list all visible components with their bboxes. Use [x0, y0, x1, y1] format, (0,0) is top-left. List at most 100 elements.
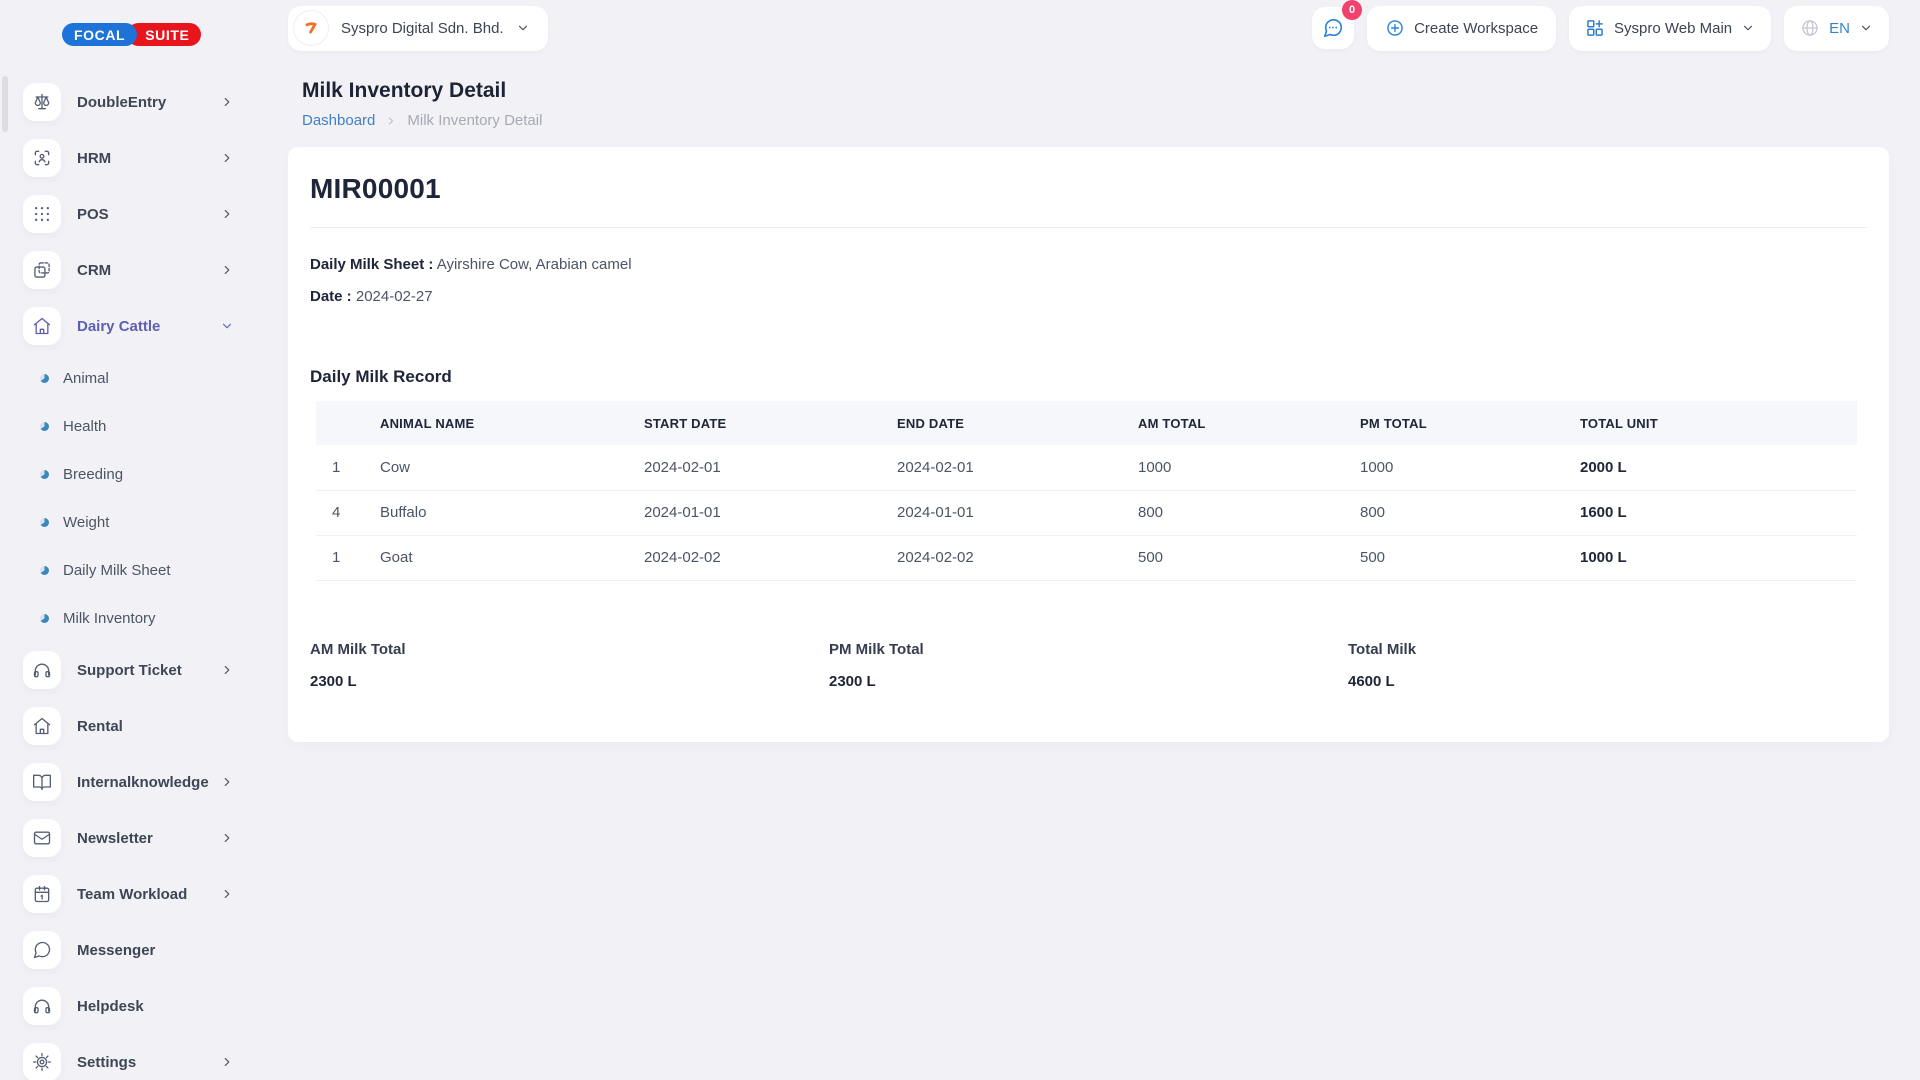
sidebar-item-helpdesk[interactable]: Helpdesk	[0, 978, 280, 1034]
page-title: Milk Inventory Detail	[302, 79, 1889, 103]
sidebar: FOCAL SUITE DoubleEntry HRM	[0, 0, 280, 1080]
sidebar-subitem-milk-inventory[interactable]: Milk Inventory	[0, 594, 280, 642]
dot-icon	[40, 470, 49, 479]
sidebar-subitem-label: Health	[63, 418, 106, 435]
chevron-right-icon	[220, 887, 234, 901]
table-row: 1 Cow 2024-02-01 2024-02-01 1000 1000 20…	[316, 445, 1857, 490]
col-pm-total: PM TOTAL	[1344, 401, 1564, 445]
chevron-down-icon	[1859, 21, 1873, 35]
logo-suite: SUITE	[127, 23, 201, 46]
language-selector[interactable]: EN	[1784, 6, 1889, 51]
cell-start-date: 2024-02-01	[628, 445, 881, 490]
messages-button[interactable]: 0	[1312, 7, 1354, 49]
sidebar-item-support-ticket[interactable]: Support Ticket	[0, 642, 280, 698]
sidebar-item-label: DoubleEntry	[77, 94, 220, 111]
cell-am-total: 1000	[1122, 445, 1344, 490]
chevron-down-icon	[220, 319, 234, 333]
cell-am-total: 800	[1122, 490, 1344, 535]
total-milk: Total Milk 4600 L	[1348, 641, 1867, 690]
sidebar-item-messenger[interactable]: Messenger	[0, 922, 280, 978]
sidebar-item-crm[interactable]: CRM	[0, 242, 280, 298]
workspace-selector[interactable]: Syspro Web Main	[1569, 6, 1771, 51]
app-root: FOCAL SUITE DoubleEntry HRM	[0, 0, 1920, 1080]
chevron-right-icon	[220, 263, 234, 277]
total-milk-value: 4600 L	[1348, 673, 1867, 690]
milk-inventory-card: MIR00001 Daily Milk Sheet : Ayirshire Co…	[288, 147, 1889, 742]
sidebar-item-rental[interactable]: Rental	[0, 698, 280, 754]
table-row: 4 Buffalo 2024-01-01 2024-01-01 800 800 …	[316, 490, 1857, 535]
sidebar-item-internalknowledge[interactable]: Internalknowledge	[0, 754, 280, 810]
cell-pm-total: 1000	[1344, 445, 1564, 490]
sidebar-item-hrm[interactable]: HRM	[0, 130, 280, 186]
chevron-right-icon	[220, 663, 234, 677]
chevron-right-icon	[220, 95, 234, 109]
sidebar-item-team-workload[interactable]: Team Workload	[0, 866, 280, 922]
sidebar-item-label: Messenger	[77, 942, 234, 959]
sidebar-subitem-label: Milk Inventory	[63, 610, 156, 627]
sidebar-subitem-breeding[interactable]: Breeding	[0, 450, 280, 498]
pm-milk-total: PM Milk Total 2300 L	[829, 641, 1348, 690]
daily-milk-sheet-row: Daily Milk Sheet : Ayirshire Cow, Arabia…	[310, 256, 1867, 273]
create-workspace-button[interactable]: Create Workspace	[1367, 6, 1556, 51]
sidebar-item-doubleentry[interactable]: DoubleEntry	[0, 74, 280, 130]
cell-count: 4	[316, 490, 364, 535]
date-label: Date :	[310, 288, 352, 305]
messages-count-badge: 0	[1342, 0, 1362, 20]
cell-animal-name: Goat	[364, 535, 628, 580]
company-selector[interactable]: Syspro Digital Sdn. Bhd.	[288, 6, 548, 51]
sidebar-subitem-weight[interactable]: Weight	[0, 498, 280, 546]
col-start-date: START DATE	[628, 401, 881, 445]
am-milk-total: AM Milk Total 2300 L	[310, 641, 829, 690]
cell-end-date: 2024-02-02	[881, 535, 1122, 580]
breadcrumb-dashboard-link[interactable]: Dashboard	[302, 112, 375, 129]
sidebar-item-label: Settings	[77, 1054, 220, 1071]
sidebar-subitem-label: Breeding	[63, 466, 123, 483]
col-animal-name: ANIMAL NAME	[364, 401, 628, 445]
sidebar-item-settings[interactable]: Settings	[0, 1034, 280, 1080]
sidebar-item-pos[interactable]: POS	[0, 186, 280, 242]
chat-bubble-icon	[23, 931, 61, 969]
cell-start-date: 2024-02-02	[628, 535, 881, 580]
breadcrumb: Dashboard Milk Inventory Detail	[302, 112, 1889, 129]
col-am-total: AM TOTAL	[1122, 401, 1344, 445]
topbar-right: 0 Create Workspace Syspro Web Main EN	[1312, 6, 1889, 51]
cell-start-date: 2024-01-01	[628, 490, 881, 535]
sidebar-item-label: HRM	[77, 150, 220, 167]
cell-animal-name: Cow	[364, 445, 628, 490]
sidebar-scrollbar[interactable]	[2, 76, 8, 132]
gear-icon	[23, 1043, 61, 1080]
open-book-icon	[23, 763, 61, 801]
logo-focal: FOCAL	[62, 23, 137, 46]
daily-milk-record-table: ANIMAL NAME START DATE END DATE AM TOTAL…	[316, 401, 1857, 581]
date-row: Date : 2024-02-27	[310, 288, 1867, 305]
totals-summary: AM Milk Total 2300 L PM Milk Total 2300 …	[310, 641, 1867, 690]
dot-icon	[40, 374, 49, 383]
balance-scale-icon	[23, 83, 61, 121]
globe-icon	[1800, 18, 1820, 38]
sidebar-subitem-health[interactable]: Health	[0, 402, 280, 450]
dot-icon	[40, 518, 49, 527]
grid-plus-icon	[1585, 18, 1605, 38]
language-code: EN	[1829, 20, 1850, 37]
table-row: 1 Goat 2024-02-02 2024-02-02 500 500 100…	[316, 535, 1857, 580]
cell-pm-total: 500	[1344, 535, 1564, 580]
record-id: MIR00001	[310, 173, 1867, 205]
calendar-icon	[23, 875, 61, 913]
cell-count: 1	[316, 445, 364, 490]
chevron-right-icon	[220, 207, 234, 221]
cell-end-date: 2024-01-01	[881, 490, 1122, 535]
col-index-header	[316, 401, 364, 445]
breadcrumb-current: Milk Inventory Detail	[407, 112, 542, 129]
chevron-down-icon	[1741, 21, 1755, 35]
grid-dots-icon	[23, 195, 61, 233]
sidebar-item-label: Dairy Cattle	[77, 318, 220, 335]
headphones-icon	[23, 651, 61, 689]
cell-am-total: 500	[1122, 535, 1344, 580]
daily-milk-sheet-value: Ayirshire Cow, Arabian camel	[437, 256, 632, 273]
sidebar-subitem-daily-milk-sheet[interactable]: Daily Milk Sheet	[0, 546, 280, 594]
create-workspace-label: Create Workspace	[1414, 20, 1538, 37]
am-milk-total-label: AM Milk Total	[310, 641, 829, 658]
sidebar-item-newsletter[interactable]: Newsletter	[0, 810, 280, 866]
sidebar-subitem-animal[interactable]: Animal	[0, 354, 280, 402]
sidebar-item-dairy-cattle[interactable]: Dairy Cattle	[0, 298, 280, 354]
